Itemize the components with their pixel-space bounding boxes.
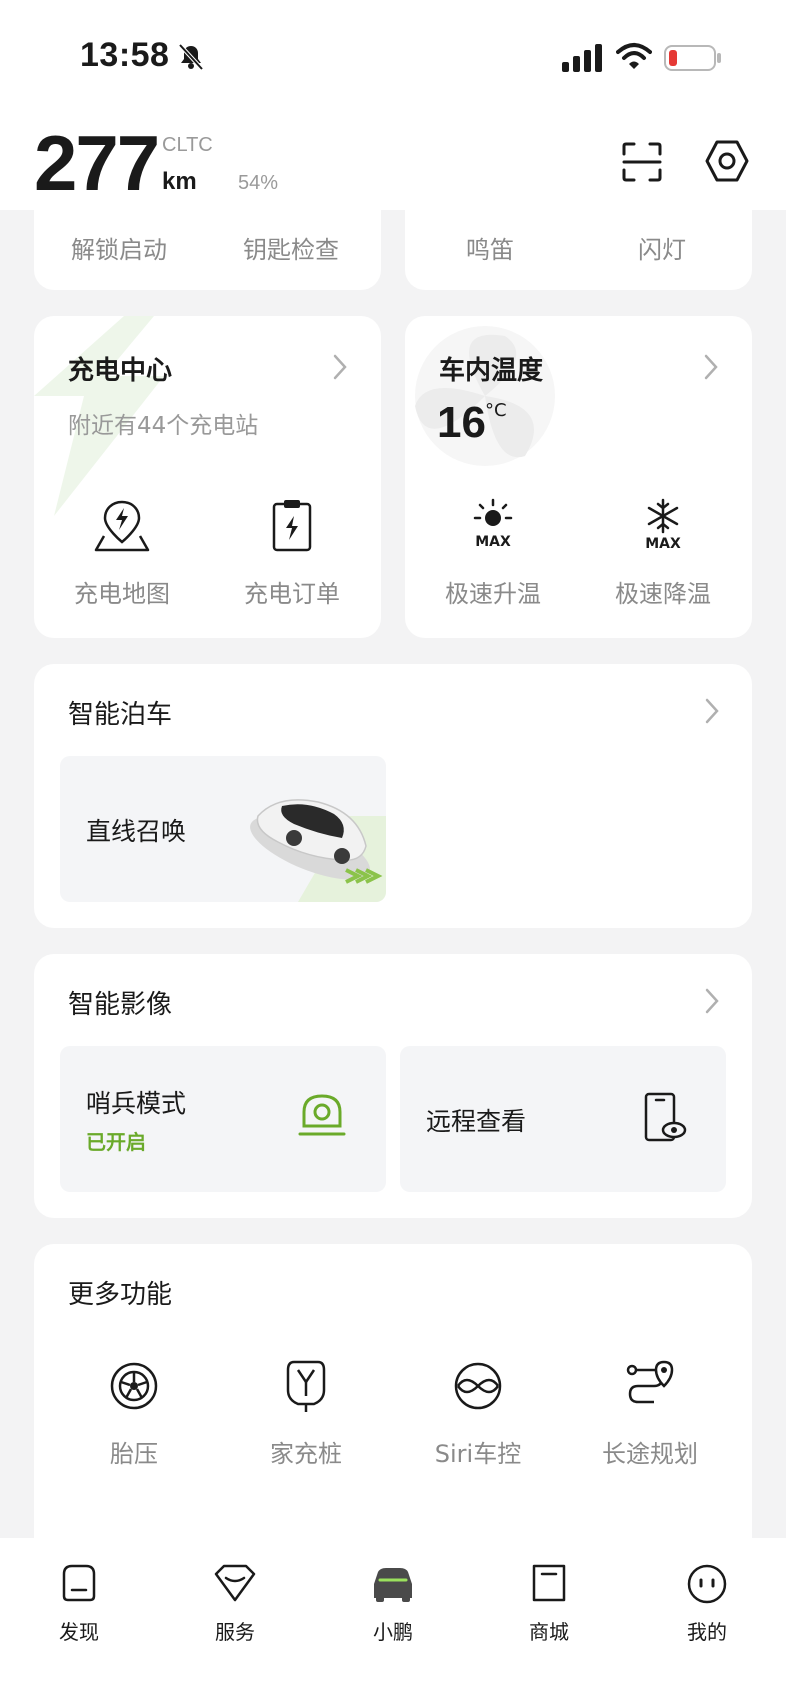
bell-muted-icon — [178, 43, 204, 71]
svg-text:MAX: MAX — [475, 534, 511, 550]
discover-icon — [62, 1564, 96, 1602]
tire-pressure-label[interactable]: 胎压 — [54, 1434, 214, 1469]
remote-view-tile[interactable]: 远程查看 — [400, 1046, 726, 1192]
chevron-right-icon[interactable] — [702, 696, 722, 726]
siri-control-label[interactable]: Siri车控 — [398, 1434, 558, 1469]
tire-pressure-icon[interactable] — [104, 1356, 164, 1416]
nav-profile[interactable]: 我的 — [652, 1558, 762, 1658]
charging-order-icon[interactable] — [262, 496, 322, 556]
charging-map-label[interactable]: 充电地图 — [42, 574, 202, 609]
cabin-temp-card[interactable]: 车内温度 16 °C MAX 极速升温 MAX 极速降温 — [405, 316, 752, 638]
charging-order-label[interactable]: 充电订单 — [212, 574, 372, 609]
wifi-icon — [616, 43, 652, 69]
nav-label: 小鹏 — [373, 1620, 413, 1644]
sentry-camera-icon — [298, 1094, 346, 1136]
straight-summon-label: 直线召唤 — [86, 817, 187, 846]
bottom-nav: 发现 服务 小鹏 商城 我的 — [0, 1538, 786, 1704]
nav-xpeng[interactable]: 小鹏 — [338, 1558, 448, 1658]
svg-text:MAX: MAX — [645, 536, 681, 552]
store-icon — [532, 1564, 566, 1602]
route-planning-icon[interactable] — [620, 1356, 680, 1416]
cabin-temp-title: 车内温度 — [439, 356, 544, 386]
smart-imaging-card: 智能影像 哨兵模式 已开启 远程查看 — [34, 954, 752, 1218]
status-time: 13:58 — [80, 36, 170, 74]
nav-label: 我的 — [687, 1620, 727, 1644]
chevron-right-icon — [333, 354, 347, 380]
car-summon-image — [250, 799, 386, 902]
charging-center-title: 充电中心 — [68, 356, 173, 386]
signal-icon — [562, 44, 602, 72]
home-charger-icon[interactable] — [276, 1356, 336, 1416]
key-check-button[interactable]: 钥匙检查 — [221, 230, 361, 265]
scan-icon[interactable] — [620, 140, 664, 184]
remote-view-icon — [644, 1092, 687, 1142]
car-icon — [374, 1568, 412, 1602]
siri-control-icon[interactable] — [448, 1356, 508, 1416]
nearby-stations-text: 附近有44个充电站 — [68, 413, 259, 439]
cabin-temp-unit: °C — [485, 400, 507, 421]
range-value: 277 — [34, 119, 160, 207]
charging-map-icon[interactable] — [92, 496, 152, 556]
vehicle-header: 277 CLTC km 54% — [0, 110, 786, 210]
nav-service[interactable]: 服务 — [180, 1558, 290, 1658]
settings-icon[interactable] — [704, 138, 750, 184]
fast-cool-label[interactable]: 极速降温 — [583, 574, 743, 609]
fast-heat-label[interactable]: 极速升温 — [413, 574, 573, 609]
sentry-mode-status: 已开启 — [86, 1130, 146, 1154]
nav-label: 发现 — [59, 1620, 99, 1644]
sentry-mode-label: 哨兵模式 — [86, 1089, 187, 1118]
nav-store[interactable]: 商城 — [494, 1558, 604, 1658]
honk-button[interactable]: 鸣笛 — [420, 230, 560, 265]
route-planning-label[interactable]: 长途规划 — [570, 1434, 730, 1469]
straight-summon-tile[interactable]: 直线召唤 — [60, 756, 386, 902]
service-icon — [214, 1564, 256, 1602]
status-bar: 13:58 — [0, 0, 786, 110]
home-charger-label[interactable]: 家充桩 — [226, 1434, 386, 1469]
smart-imaging-title: 智能影像 — [68, 990, 173, 1020]
sentry-mode-tile[interactable]: 哨兵模式 已开启 — [60, 1046, 386, 1192]
battery-percent: 54% — [238, 172, 279, 194]
nav-discover[interactable]: 发现 — [24, 1558, 134, 1658]
cabin-temp-value: 16 — [437, 398, 486, 447]
more-features-card: 更多功能 胎压 家充桩 Siri车控 长途规划 — [34, 1244, 752, 1564]
battery-icon — [664, 45, 721, 71]
fast-heat-icon[interactable]: MAX — [463, 496, 523, 556]
more-features-title: 更多功能 — [68, 1280, 173, 1310]
chevron-right-icon — [704, 354, 718, 380]
remote-view-label: 远程查看 — [426, 1107, 527, 1136]
range-unit: km — [162, 168, 197, 195]
smart-parking-title: 智能泊车 — [68, 700, 173, 730]
nav-label: 服务 — [215, 1620, 255, 1644]
range-standard: CLTC — [162, 134, 213, 156]
unlock-start-button[interactable]: 解锁启动 — [49, 230, 189, 265]
profile-face-icon — [687, 1564, 727, 1604]
chevron-right-icon[interactable] — [702, 986, 722, 1016]
fast-cool-icon[interactable]: MAX — [633, 496, 693, 556]
smart-parking-card: 智能泊车 直线召唤 — [34, 664, 752, 928]
flash-lights-button[interactable]: 闪灯 — [592, 230, 732, 265]
nav-label: 商城 — [529, 1620, 569, 1644]
charging-center-card[interactable]: 充电中心 附近有44个充电站 充电地图 充电订单 — [34, 316, 381, 638]
